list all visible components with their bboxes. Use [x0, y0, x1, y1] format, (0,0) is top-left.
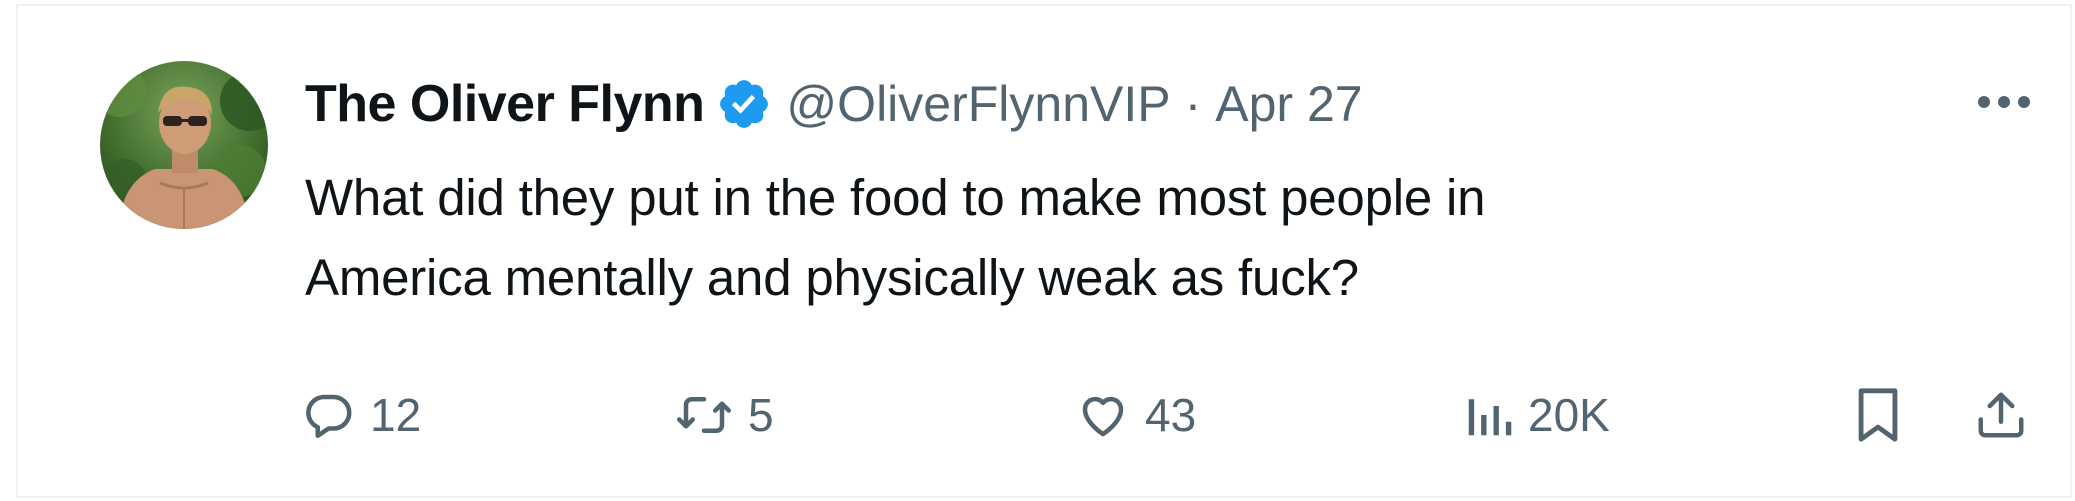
repost-count: 5 [748, 389, 774, 441]
bookmark-button[interactable] [1852, 380, 1904, 450]
tweet-text: What did they put in the food to make mo… [305, 158, 2005, 318]
more-horizontal-icon [1978, 96, 2030, 108]
tweet-date[interactable]: Apr 27 [1215, 75, 1362, 133]
header-separator: · [1184, 76, 1202, 132]
view-count: 20K [1528, 389, 1610, 441]
repost-arrows-icon [677, 397, 731, 433]
views-button[interactable]: 20K [1464, 380, 1610, 450]
more-options-button[interactable] [1974, 78, 2034, 126]
avatar-image [100, 61, 268, 229]
author-handle[interactable]: @OliverFlynnVIP [786, 75, 1170, 133]
bookmark-icon [1858, 388, 1898, 442]
share-upload-icon [1978, 392, 2024, 438]
tweet-text-line: America mentally and physically weak as … [305, 249, 1359, 306]
tweet-text-line: What did they put in the food to make mo… [305, 169, 1486, 226]
author-display-name[interactable]: The Oliver Flynn [305, 74, 705, 134]
reply-button[interactable]: 12 [302, 380, 421, 450]
like-button[interactable]: 43 [1075, 380, 1196, 450]
heart-icon [1082, 396, 1124, 437]
share-button[interactable] [1974, 380, 2028, 450]
speech-bubble-icon [306, 394, 352, 438]
avatar[interactable] [100, 61, 268, 229]
verified-badge-icon[interactable] [716, 76, 772, 132]
tweet-header: The Oliver Flynn @OliverFlynnVIP · Apr 2… [305, 68, 1363, 140]
bar-chart-icon [1468, 399, 1512, 436]
like-count: 43 [1145, 389, 1197, 441]
repost-button[interactable]: 5 [674, 380, 774, 450]
reply-count: 12 [370, 389, 422, 441]
tweet-card[interactable]: The Oliver Flynn @OliverFlynnVIP · Apr 2… [16, 4, 2072, 498]
